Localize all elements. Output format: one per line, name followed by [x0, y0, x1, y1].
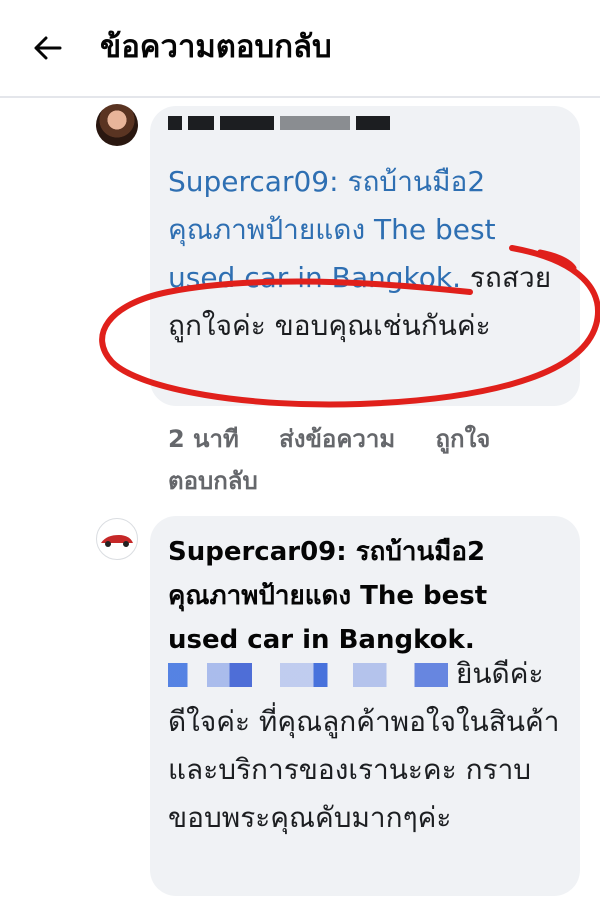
comment-actions: 2 นาที ส่งข้อความ ถูกใจ ตอบกลับ [168, 418, 568, 502]
quoted-mention-bold[interactable]: Supercar09: รถบ้านมือ2 คุณภาพป้ายแดง The… [168, 530, 558, 662]
car-logo-icon [101, 535, 133, 547]
app-header: ข้อความตอบกลับ [0, 0, 600, 98]
redacted-mention [168, 663, 448, 687]
quoted-mention[interactable]: Supercar09: รถบ้านมือ2 คุณภาพป้ายแดง The… [168, 165, 496, 294]
back-button[interactable] [28, 28, 68, 68]
reply-text-2: ยินดีค่ะ ดีใจค่ะ ที่คุณลูกค้าพอใจในสินค้… [168, 657, 560, 834]
send-message-link[interactable]: ส่งข้อความ [279, 425, 395, 453]
page-title: ข้อความตอบกลับ [100, 29, 332, 65]
user-avatar[interactable] [96, 104, 138, 146]
comment-text: Supercar09: รถบ้านมือ2 คุณภาพป้ายแดง The… [168, 158, 568, 350]
page-avatar[interactable] [96, 518, 138, 560]
timestamp: 2 นาที [168, 425, 239, 453]
like-link[interactable]: ถูกใจ [436, 425, 491, 453]
reply-link[interactable]: ตอบกลับ [168, 467, 258, 495]
arrow-left-icon [34, 36, 62, 60]
redacted-author-name [168, 116, 428, 140]
